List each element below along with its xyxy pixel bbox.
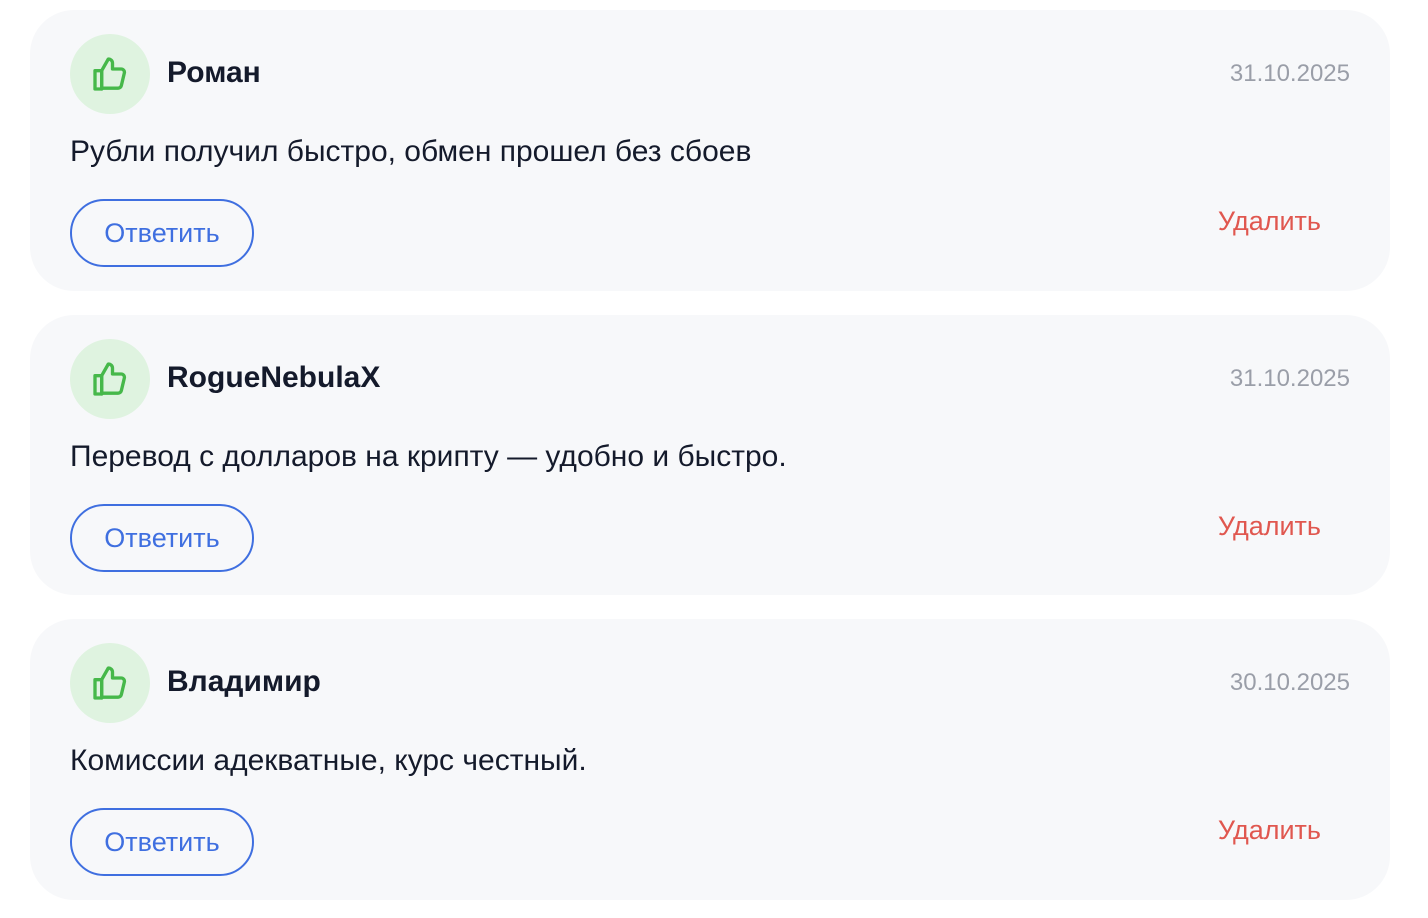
review-text: Рубли получил быстро, обмен прошел без с… (70, 135, 752, 168)
reply-button[interactable]: Ответить (70, 199, 254, 267)
review-card: Владимир 30.10.2025 Комиссии адекватные,… (30, 619, 1390, 900)
positive-rating-badge (70, 339, 150, 419)
thumbs-up-icon (93, 362, 127, 396)
review-author: Роман (167, 56, 261, 89)
review-text: Перевод с долларов на крипту — удобно и … (70, 440, 787, 473)
review-card: RogueNebulaX 31.10.2025 Перевод с доллар… (30, 315, 1390, 595)
positive-rating-badge (70, 34, 150, 114)
reviews-list: Роман 31.10.2025 Рубли получил быстро, о… (0, 0, 1428, 918)
review-date: 31.10.2025 (1229, 60, 1350, 87)
reply-button[interactable]: Ответить (70, 504, 254, 572)
review-author: Владимир (167, 665, 321, 698)
thumbs-up-icon (93, 57, 127, 91)
delete-button[interactable]: Удалить (1218, 205, 1321, 237)
positive-rating-badge (70, 643, 150, 723)
delete-button[interactable]: Удалить (1218, 510, 1321, 542)
thumbs-up-icon (93, 666, 127, 700)
review-date: 30.10.2025 (1229, 669, 1350, 696)
delete-button[interactable]: Удалить (1218, 814, 1321, 846)
review-date: 31.10.2025 (1229, 365, 1350, 392)
review-text: Комиссии адекватные, курс честный. (70, 744, 587, 777)
review-card: Роман 31.10.2025 Рубли получил быстро, о… (30, 10, 1390, 291)
review-author: RogueNebulaX (167, 361, 381, 394)
reply-button[interactable]: Ответить (70, 808, 254, 876)
